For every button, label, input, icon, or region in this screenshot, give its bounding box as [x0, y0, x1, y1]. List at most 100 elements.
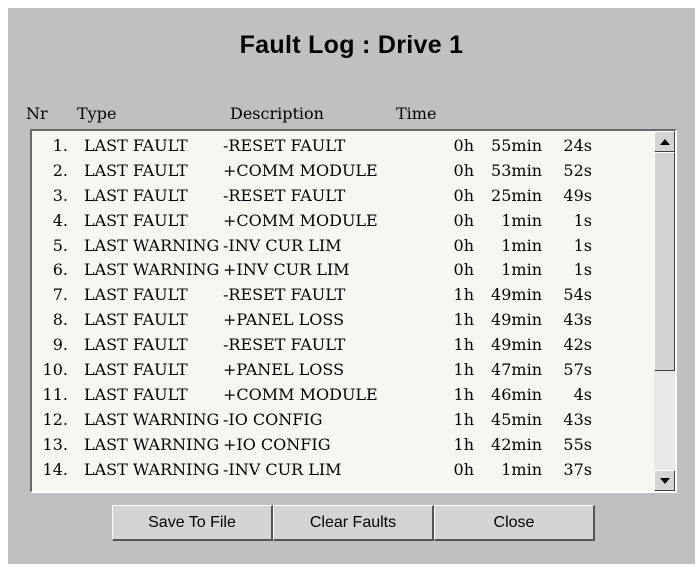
fault-description: +PANEL LOSS [223, 360, 345, 380]
fault-number: 4. [52, 210, 68, 230]
fault-list-row[interactable]: 4. LAST FAULT +COMM MODULE 0h 1min 1s [32, 209, 652, 234]
fault-type: LAST WARNING [84, 260, 220, 280]
fault-number: 1. [52, 136, 68, 155]
fault-time-hours: 0h [453, 136, 474, 155]
scroll-up-arrow-icon [660, 139, 670, 145]
fault-time-hours: 1h [453, 285, 474, 305]
fault-time-seconds: 1s [573, 235, 592, 255]
save-to-file-button[interactable]: Save To File [112, 505, 273, 541]
fault-description: -RESET FAULT [223, 335, 346, 355]
fault-description: +PANEL LOSS [223, 310, 345, 330]
fault-type: LAST FAULT [84, 384, 188, 404]
fault-time-seconds: 49s [563, 185, 592, 205]
fault-type: LAST FAULT [84, 310, 188, 330]
fault-time-seconds: 24s [563, 136, 592, 155]
fault-time-minutes: 53min [491, 160, 542, 180]
fault-time-seconds: 37s [563, 459, 592, 479]
fault-time-minutes: 46min [491, 384, 542, 404]
fault-type: LAST WARNING [84, 409, 220, 429]
fault-time-hours: 0h [453, 459, 474, 479]
fault-time-minutes: 49min [491, 335, 542, 355]
scroll-up-button[interactable] [654, 131, 675, 152]
fault-number: 11. [42, 384, 68, 404]
fault-description: -INV CUR LIM [223, 235, 342, 255]
fault-number: 7. [52, 285, 68, 305]
fault-description: +INV CUR LIM [223, 260, 350, 280]
fault-list-row[interactable]: 11. LAST FAULT +COMM MODULE 1h 46min 4s [32, 383, 652, 408]
fault-time-minutes: 49min [491, 285, 542, 305]
column-header-type: Type [77, 104, 117, 123]
fault-time-minutes: 42min [491, 434, 542, 454]
fault-list-row[interactable]: 14. LAST WARNING -INV CUR LIM 0h 1min 37s [32, 458, 652, 483]
clear-faults-button[interactable]: Clear Faults [273, 505, 434, 541]
fault-description: -RESET FAULT [223, 136, 346, 155]
fault-time-hours: 0h [453, 185, 474, 205]
fault-time-seconds: 4s [573, 384, 592, 404]
fault-type: LAST FAULT [84, 210, 188, 230]
fault-time-seconds: 1s [573, 210, 592, 230]
column-header-nr: Nr [26, 104, 48, 123]
vertical-scrollbar[interactable] [654, 131, 675, 491]
scroll-down-button[interactable] [654, 470, 675, 491]
fault-time-seconds: 43s [563, 409, 592, 429]
fault-list-row[interactable]: 3. LAST FAULT -RESET FAULT 0h 25min 49s [32, 184, 652, 209]
fault-time-minutes: 25min [491, 185, 542, 205]
fault-time-seconds: 42s [563, 335, 592, 355]
scroll-down-arrow-icon [660, 478, 670, 484]
fault-list-row[interactable]: 9. LAST FAULT -RESET FAULT 1h 49min 42s [32, 333, 652, 358]
fault-time-hours: 1h [453, 310, 474, 330]
fault-list-row[interactable]: 7. LAST FAULT -RESET FAULT 1h 49min 54s [32, 283, 652, 308]
column-header-description: Description [230, 104, 324, 123]
fault-number: 13. [42, 434, 68, 454]
fault-time-hours: 1h [453, 360, 474, 380]
fault-time-minutes: 55min [491, 136, 542, 155]
fault-time-hours: 1h [453, 409, 474, 429]
fault-description: +IO CONFIG [223, 434, 331, 454]
fault-time-hours: 0h [453, 160, 474, 180]
fault-description: +COMM MODULE [223, 210, 378, 230]
fault-number: 3. [52, 185, 68, 205]
fault-time-hours: 1h [453, 384, 474, 404]
fault-list-row[interactable]: 8. LAST FAULT +PANEL LOSS 1h 49min 43s [32, 308, 652, 333]
fault-time-minutes: 45min [491, 409, 542, 429]
fault-number: 10. [42, 360, 68, 380]
fault-type: LAST WARNING [84, 235, 220, 255]
fault-list-row[interactable]: 13. LAST WARNING +IO CONFIG 1h 42min 55s [32, 433, 652, 458]
fault-type: LAST FAULT [84, 285, 188, 305]
fault-time-hours: 1h [453, 335, 474, 355]
fault-list-row[interactable]: 1. LAST FAULT -RESET FAULT 0h 55min 24s [32, 134, 652, 159]
fault-number: 2. [52, 160, 68, 180]
fault-type: LAST FAULT [84, 360, 188, 380]
fault-number: 14. [42, 459, 68, 479]
column-header-time: Time [396, 104, 437, 123]
fault-type: LAST WARNING [84, 459, 220, 479]
fault-type: LAST WARNING [84, 434, 220, 454]
fault-list[interactable]: 1. LAST FAULT -RESET FAULT 0h 55min 24s 2. LAST… [30, 129, 677, 493]
fault-time-hours: 1h [453, 434, 474, 454]
fault-type: LAST FAULT [84, 185, 188, 205]
scrollbar-thumb[interactable] [654, 152, 675, 371]
fault-time-minutes: 1min [501, 260, 542, 280]
fault-time-seconds: 43s [563, 310, 592, 330]
fault-time-minutes: 1min [501, 235, 542, 255]
fault-time-seconds: 55s [563, 434, 592, 454]
fault-description: -RESET FAULT [223, 185, 346, 205]
fault-description: -IO CONFIG [223, 409, 323, 429]
fault-number: 6. [52, 260, 68, 280]
fault-number: 8. [52, 310, 68, 330]
fault-type: LAST FAULT [84, 160, 188, 180]
fault-time-minutes: 1min [501, 459, 542, 479]
fault-list-row[interactable]: 10. LAST FAULT +PANEL LOSS 1h 47min 57s [32, 358, 652, 383]
fault-list-row[interactable]: 5. LAST WARNING -INV CUR LIM 0h 1min 1s [32, 234, 652, 259]
fault-list-row[interactable]: 2. LAST FAULT +COMM MODULE 0h 53min 52s [32, 159, 652, 184]
fault-list-row[interactable]: 12. LAST WARNING -IO CONFIG 1h 45min 43s [32, 408, 652, 433]
fault-number: 5. [52, 235, 68, 255]
fault-list-row[interactable]: 6. LAST WARNING +INV CUR LIM 0h 1min 1s [32, 258, 652, 283]
dialog-title: Fault Log : Drive 1 [239, 31, 464, 59]
fault-time-seconds: 57s [563, 360, 592, 380]
fault-description: +COMM MODULE [223, 160, 378, 180]
fault-type: LAST FAULT [84, 136, 188, 155]
fault-time-minutes: 49min [491, 310, 542, 330]
fault-log-dialog: Fault Log : Drive 1 Nr Type Description … [8, 8, 695, 564]
close-button[interactable]: Close [434, 505, 595, 541]
